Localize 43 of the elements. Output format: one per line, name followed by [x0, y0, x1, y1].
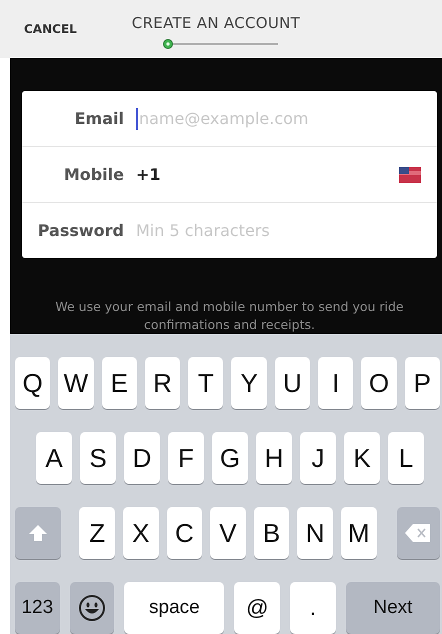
letter-key[interactable]: U — [274, 357, 310, 409]
emoji-key[interactable] — [70, 582, 114, 634]
letter-key[interactable]: C — [166, 507, 202, 559]
space-key[interactable]: space — [124, 582, 224, 634]
letter-key[interactable]: E — [102, 357, 137, 409]
letter-key[interactable]: S — [80, 432, 116, 484]
field-label: Password — [36, 221, 124, 240]
letter-key[interactable]: A — [36, 432, 72, 484]
letter-key[interactable]: N — [297, 507, 333, 559]
letter-key[interactable]: V — [210, 507, 246, 559]
cancel-button[interactable]: CANCEL — [24, 22, 77, 36]
letter-key[interactable]: P — [404, 357, 440, 409]
flag-icon[interactable] — [399, 166, 421, 182]
letter-key[interactable]: D — [124, 432, 160, 484]
field-label: Email — [74, 109, 124, 128]
letter-key[interactable]: Z — [79, 507, 116, 559]
symbol-key[interactable]: @ — [234, 582, 280, 634]
letter-key[interactable]: H — [256, 432, 292, 484]
mobile-field[interactable]: +1 — [136, 165, 161, 184]
letter-key[interactable]: F — [168, 432, 204, 484]
letter-key[interactable]: B — [254, 507, 290, 559]
numbers-key[interactable]: 123 — [15, 582, 60, 634]
next-key[interactable]: Next — [346, 582, 440, 634]
field-label: Mobile — [62, 165, 124, 184]
shift-arrow-icon — [28, 524, 48, 542]
letter-key[interactable]: J — [300, 432, 336, 484]
screen-title: CREATE AN ACCOUNT — [132, 14, 300, 32]
smiley-icon — [78, 594, 106, 622]
letter-key[interactable]: Q — [15, 357, 50, 409]
letter-key[interactable]: L — [388, 432, 424, 484]
letter-key[interactable]: O — [361, 357, 397, 409]
backspace-icon — [404, 523, 432, 543]
letter-key[interactable]: I — [318, 357, 354, 409]
letter-key[interactable]: T — [188, 357, 224, 409]
letter-key[interactable]: W — [58, 357, 94, 409]
letter-key[interactable]: X — [123, 507, 159, 559]
info-text: We use your email and mobile number to send you ride confirmations and receipts. — [54, 298, 405, 334]
letter-key[interactable]: R — [144, 357, 180, 409]
letter-key[interactable]: G — [212, 432, 248, 484]
letter-key[interactable]: M — [340, 507, 376, 559]
letter-key[interactable]: K — [344, 432, 380, 484]
letter-key[interactable]: Y — [231, 357, 267, 409]
symbol-key[interactable]: . — [290, 582, 336, 634]
